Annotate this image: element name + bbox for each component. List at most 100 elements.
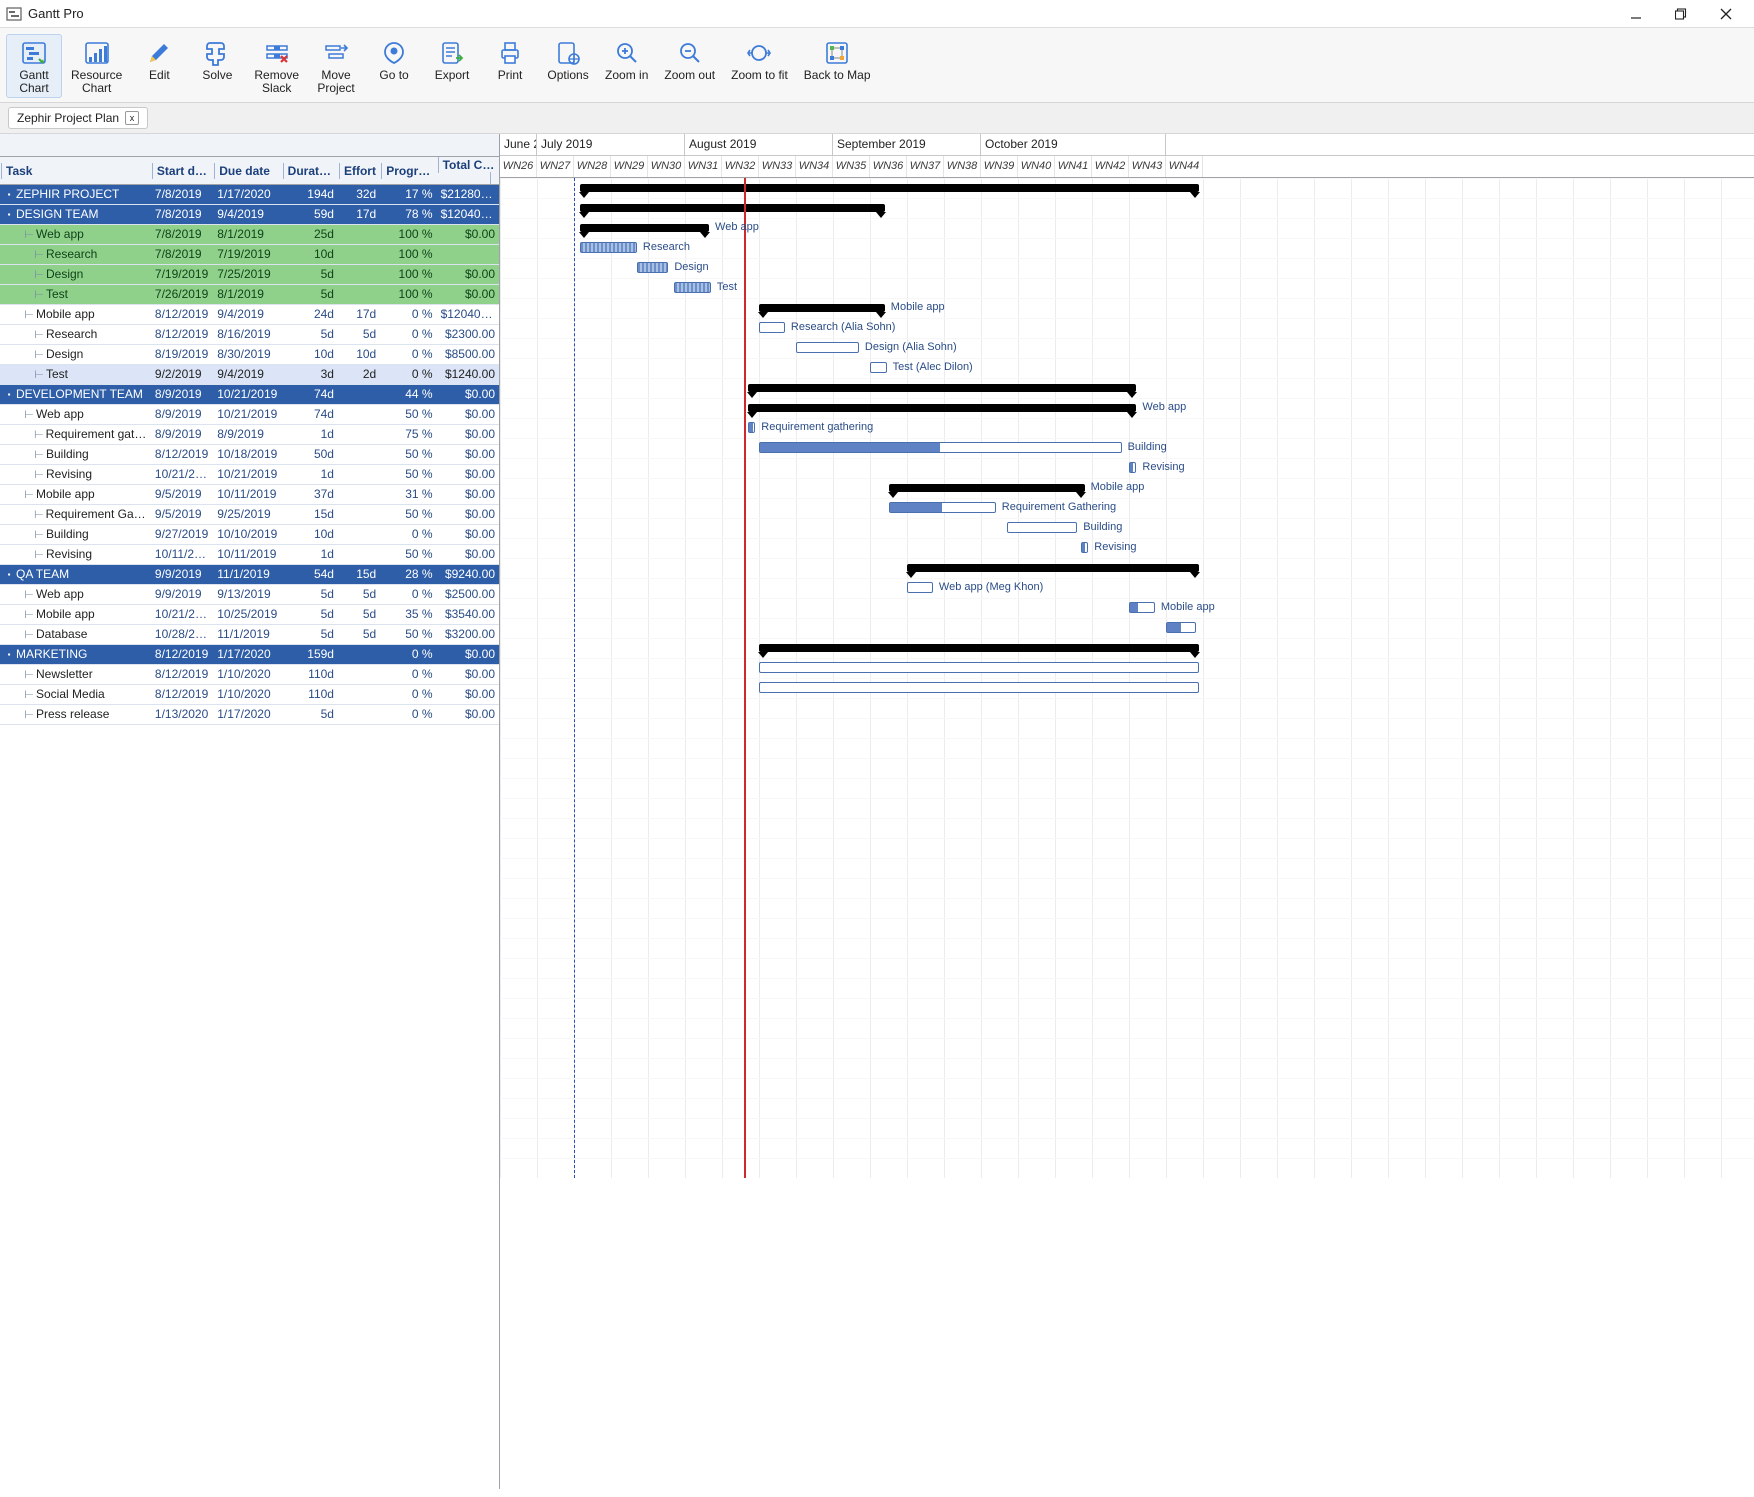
cell-progress[interactable]: 100 % xyxy=(380,284,436,304)
cell-cost[interactable]: $0.00 xyxy=(437,664,499,684)
cell-duration[interactable]: 25d xyxy=(282,224,338,244)
gantt-summary-bar[interactable] xyxy=(907,564,1199,572)
gantt-group-bar[interactable] xyxy=(748,404,1137,412)
gantt-task-bar[interactable] xyxy=(1081,542,1088,553)
gantt-summary-bar[interactable] xyxy=(580,184,1200,192)
cell-due[interactable]: 10/25/2019 xyxy=(213,604,281,624)
gantt-task-bar[interactable] xyxy=(759,322,785,333)
gantt-task-bar[interactable] xyxy=(796,342,859,353)
cell-start[interactable]: 7/26/2019 xyxy=(151,284,213,304)
cell-due[interactable]: 7/19/2019 xyxy=(213,244,281,264)
cell-start[interactable]: 10/21/2019 xyxy=(151,464,213,484)
collapse-icon[interactable] xyxy=(4,569,14,579)
cell-cost[interactable]: $0.00 xyxy=(437,524,499,544)
cell-cost[interactable]: $12040.00 xyxy=(437,204,499,224)
cell-progress[interactable]: 50 % xyxy=(380,504,436,524)
table-row[interactable]: ⊢Design7/19/20197/25/20195d100 %$0.00 xyxy=(0,264,499,284)
cell-effort[interactable] xyxy=(338,524,380,544)
cell-start[interactable]: 8/9/2019 xyxy=(151,424,213,444)
print-button[interactable]: Print xyxy=(482,34,538,85)
document-tab[interactable]: Zephir Project Plan x xyxy=(8,107,148,129)
collapse-icon[interactable] xyxy=(4,649,14,659)
table-row[interactable]: ⊢Mobile app9/5/201910/11/201937d31 %$0.0… xyxy=(0,484,499,504)
table-row[interactable]: ⊢Web app7/8/20198/1/201925d100 %$0.00 xyxy=(0,224,499,244)
cell-effort[interactable] xyxy=(338,664,380,684)
task-grid[interactable]: Task Start date Due date Duration Effort… xyxy=(0,134,499,725)
cell-cost[interactable]: $12040.00 xyxy=(437,304,499,324)
table-row[interactable]: ⊢Requirement gathering8/9/20198/9/20191d… xyxy=(0,424,499,444)
cell-duration[interactable]: 5d xyxy=(282,284,338,304)
cell-start[interactable]: 7/19/2019 xyxy=(151,264,213,284)
cell-progress[interactable]: 0 % xyxy=(380,304,436,324)
table-row[interactable]: MARKETING8/12/20191/17/2020159d0 %$0.00 xyxy=(0,644,499,664)
go-to-button[interactable]: Go to xyxy=(366,34,422,85)
gantt-pane[interactable]: June 2019July 2019August 2019September 2… xyxy=(500,134,1754,1489)
cell-effort[interactable]: 10d xyxy=(338,344,380,364)
gantt-task-bar[interactable] xyxy=(759,442,1122,453)
cell-cost[interactable]: $8500.00 xyxy=(437,344,499,364)
table-row[interactable]: ⊢Design8/19/20198/30/201910d10d0 %$8500.… xyxy=(0,344,499,364)
cell-start[interactable]: 1/13/2020 xyxy=(151,704,213,724)
gantt-task-bar[interactable] xyxy=(759,682,1199,693)
cell-duration[interactable]: 159d xyxy=(282,644,338,664)
zoom-in-button[interactable]: Zoom in xyxy=(598,34,655,85)
cell-due[interactable]: 10/18/2019 xyxy=(213,444,281,464)
cell-effort[interactable]: 17d xyxy=(338,204,380,224)
window-restore-button[interactable] xyxy=(1658,0,1703,28)
cell-progress[interactable]: 31 % xyxy=(380,484,436,504)
cell-due[interactable]: 8/30/2019 xyxy=(213,344,281,364)
cell-effort[interactable]: 5d xyxy=(338,624,380,644)
cell-duration[interactable]: 24d xyxy=(282,304,338,324)
cell-start[interactable]: 8/19/2019 xyxy=(151,344,213,364)
gantt-task-bar[interactable] xyxy=(1129,462,1136,473)
cell-start[interactable]: 10/21/2019 xyxy=(151,604,213,624)
cell-cost[interactable]: $0.00 xyxy=(437,384,499,404)
cell-progress[interactable]: 0 % xyxy=(380,344,436,364)
cell-progress[interactable]: 50 % xyxy=(380,404,436,424)
cell-due[interactable]: 10/21/2019 xyxy=(213,404,281,424)
table-row[interactable]: ⊢Building8/12/201910/18/201950d50 %$0.00 xyxy=(0,444,499,464)
table-row[interactable]: ⊢Research8/12/20198/16/20195d5d0 %$2300.… xyxy=(0,324,499,344)
cell-duration[interactable]: 5d xyxy=(282,604,338,624)
gantt-task-bar[interactable] xyxy=(889,502,996,513)
cell-duration[interactable]: 110d xyxy=(282,684,338,704)
cell-cost[interactable]: $0.00 xyxy=(437,404,499,424)
gantt-task-bar[interactable] xyxy=(759,662,1199,673)
cell-duration[interactable]: 5d xyxy=(282,584,338,604)
window-minimize-button[interactable] xyxy=(1613,0,1658,28)
cell-due[interactable]: 1/17/2020 xyxy=(213,704,281,724)
timeline-body[interactable]: Web appResearchDesignTestMobile appResea… xyxy=(500,178,1754,1178)
cell-effort[interactable]: 15d xyxy=(338,564,380,584)
cell-effort[interactable] xyxy=(338,484,380,504)
cell-effort[interactable] xyxy=(338,284,380,304)
cell-duration[interactable]: 74d xyxy=(282,384,338,404)
cell-effort[interactable] xyxy=(338,244,380,264)
cell-start[interactable]: 8/9/2019 xyxy=(151,404,213,424)
cell-due[interactable]: 1/10/2020 xyxy=(213,684,281,704)
cell-progress[interactable]: 78 % xyxy=(380,204,436,224)
cell-due[interactable]: 9/13/2019 xyxy=(213,584,281,604)
gantt-summary-bar[interactable] xyxy=(748,384,1137,392)
col-header-effort[interactable]: Effort xyxy=(338,156,380,184)
cell-effort[interactable] xyxy=(338,644,380,664)
cell-duration[interactable]: 50d xyxy=(282,444,338,464)
cell-start[interactable]: 9/9/2019 xyxy=(151,584,213,604)
cell-cost[interactable]: $2300.00 xyxy=(437,324,499,344)
gantt-summary-bar[interactable] xyxy=(759,644,1199,652)
remove-slack-button[interactable]: Remove Slack xyxy=(247,34,306,98)
gantt-task-bar[interactable] xyxy=(580,242,637,253)
cell-duration[interactable]: 10d xyxy=(282,344,338,364)
cell-due[interactable]: 8/1/2019 xyxy=(213,224,281,244)
cell-cost[interactable]: $3540.00 xyxy=(437,604,499,624)
cell-duration[interactable]: 15d xyxy=(282,504,338,524)
cell-cost[interactable]: $0.00 xyxy=(437,544,499,564)
table-row[interactable]: ⊢Revising10/11/201910/11/20191d50 %$0.00 xyxy=(0,544,499,564)
table-row[interactable]: DEVELOPMENT TEAM8/9/201910/21/201974d44 … xyxy=(0,384,499,404)
cell-effort[interactable] xyxy=(338,464,380,484)
gantt-group-bar[interactable] xyxy=(889,484,1085,492)
export-button[interactable]: Export xyxy=(424,34,480,85)
cell-due[interactable]: 9/4/2019 xyxy=(213,364,281,384)
cell-cost[interactable]: $0.00 xyxy=(437,264,499,284)
cell-effort[interactable] xyxy=(338,444,380,464)
cell-progress[interactable]: 0 % xyxy=(380,584,436,604)
